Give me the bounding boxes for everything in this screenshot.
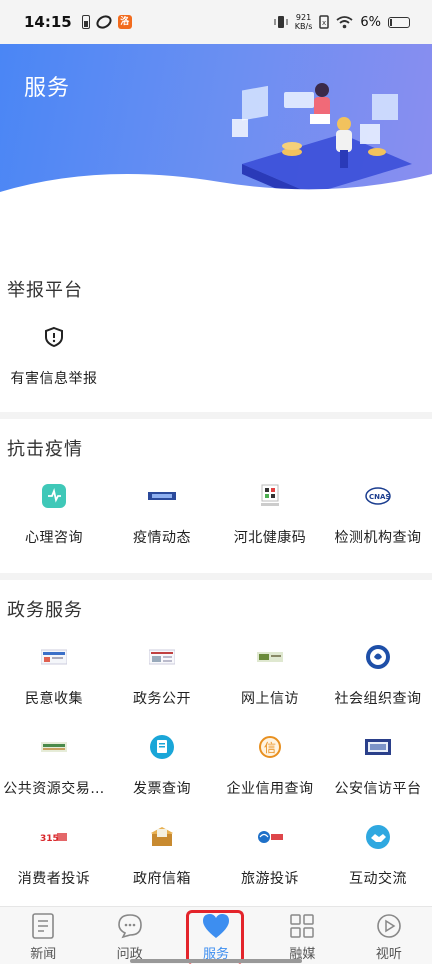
home-indicator[interactable]: [130, 959, 302, 963]
app-notification-icon: [96, 15, 112, 29]
service-opinion-collection[interactable]: 民意收集: [0, 642, 108, 718]
service-label: 有害信息举报: [10, 371, 98, 387]
svg-text:信: 信: [264, 741, 276, 755]
health-code-icon: [255, 481, 285, 511]
service-label: 心理咨询: [25, 530, 83, 546]
service-credit-query[interactable]: 信 企业信用查询: [216, 732, 324, 808]
social-org-icon: [363, 642, 393, 672]
service-epidemic-news[interactable]: 疫情动态: [108, 481, 216, 557]
divider: [0, 573, 432, 580]
service-gov-affairs[interactable]: 政务公开: [108, 642, 216, 718]
section-title-gov: 政务服务: [7, 600, 83, 621]
service-label: 政府信箱: [133, 871, 191, 887]
service-label: 网上信访: [241, 691, 299, 707]
service-consumer-complaint[interactable]: 315 消费者投诉: [0, 822, 108, 898]
cnas-icon: CNAS: [363, 481, 393, 511]
gov-affairs-icon: [147, 642, 177, 672]
page-title: 服务: [24, 76, 71, 101]
nav-media[interactable]: 融媒: [259, 907, 345, 964]
service-tourism-complaint[interactable]: 旅游投诉: [216, 822, 324, 898]
epidemic-news-icon: [147, 481, 177, 511]
battery-small-icon: [81, 15, 90, 29]
service-label: 互动交流: [349, 871, 407, 887]
status-time: 14:15: [24, 13, 72, 31]
nav-inquiry[interactable]: 问政: [86, 907, 172, 964]
shield-alert-icon: [39, 322, 69, 352]
battery-percent: 6%: [360, 14, 381, 30]
service-invoice-query[interactable]: 发票查询: [108, 732, 216, 808]
sim-icon: x: [319, 15, 330, 29]
svg-text:x: x: [322, 19, 326, 27]
vibrate-icon: [274, 16, 288, 28]
battery-icon: [388, 16, 410, 28]
service-label: 河北健康码: [233, 530, 307, 546]
divider: [0, 412, 432, 419]
service-label: 疫情动态: [133, 530, 191, 546]
service-interaction[interactable]: 互动交流: [324, 822, 432, 898]
news-icon: [32, 913, 55, 939]
banner-wave: [0, 174, 432, 202]
chat-icon: [117, 914, 142, 939]
speed-unit: KB/s: [294, 22, 313, 31]
public-resource-icon: [39, 732, 69, 762]
service-label: 社会组织查询: [334, 691, 422, 707]
service-label: 消费者投诉: [17, 871, 91, 887]
network-speed: 921 KB/s: [295, 13, 313, 31]
mailbox-icon: [147, 822, 177, 852]
credit-icon: 信: [255, 732, 285, 762]
police-petition-icon: [363, 732, 393, 762]
active-tab-highlight: [186, 910, 244, 964]
service-police-petition[interactable]: 公安信访平台: [324, 732, 432, 808]
service-label: 政务公开: [133, 691, 191, 707]
nav-video[interactable]: 视听: [346, 907, 432, 964]
service-counseling[interactable]: 心理咨询: [0, 481, 108, 557]
section-title-epidemic: 抗击疫情: [7, 439, 83, 460]
play-icon: [377, 914, 401, 938]
section-title-report: 举报平台: [7, 280, 83, 301]
status-bar: 14:15 洛 921 KB/s x 6%: [0, 0, 432, 44]
wifi-icon: [336, 15, 353, 28]
service-testing-agency[interactable]: CNAS 检测机构查询: [324, 481, 432, 557]
banner: 服务: [0, 44, 432, 202]
service-social-org-query[interactable]: 社会组织查询: [324, 642, 432, 718]
service-label: 检测机构查询: [334, 530, 422, 546]
nav-news[interactable]: 新闻: [0, 907, 86, 964]
service-harmful-info-report[interactable]: 有害信息举报: [0, 322, 108, 398]
online-petition-icon: [255, 642, 285, 672]
consumer-icon: 315: [39, 822, 69, 852]
handshake-icon: [363, 822, 393, 852]
tourism-icon: [255, 822, 285, 852]
nav-label: 视听: [375, 947, 402, 962]
service-public-resource[interactable]: 公共资源交易…: [0, 732, 108, 808]
counseling-icon: [39, 481, 69, 511]
opinion-icon: [39, 642, 69, 672]
service-label: 公安信访平台: [334, 781, 422, 797]
service-gov-mailbox[interactable]: 政府信箱: [108, 822, 216, 898]
nav-label: 新闻: [30, 947, 57, 962]
service-label: 发票查询: [133, 781, 191, 797]
svg-text:315: 315: [40, 834, 59, 844]
service-label: 民意收集: [25, 691, 83, 707]
speed-value: 921: [295, 13, 312, 22]
service-label: 公共资源交易…: [3, 781, 105, 797]
app-badge-icon: 洛: [117, 15, 132, 29]
service-health-code[interactable]: 河北健康码: [216, 481, 324, 557]
grid-icon: [290, 914, 315, 938]
invoice-icon: [147, 732, 177, 762]
service-label: 旅游投诉: [241, 871, 299, 887]
service-online-petition[interactable]: 网上信访: [216, 642, 324, 718]
service-label: 企业信用查询: [226, 781, 314, 797]
svg-text:CNAS: CNAS: [369, 493, 390, 501]
